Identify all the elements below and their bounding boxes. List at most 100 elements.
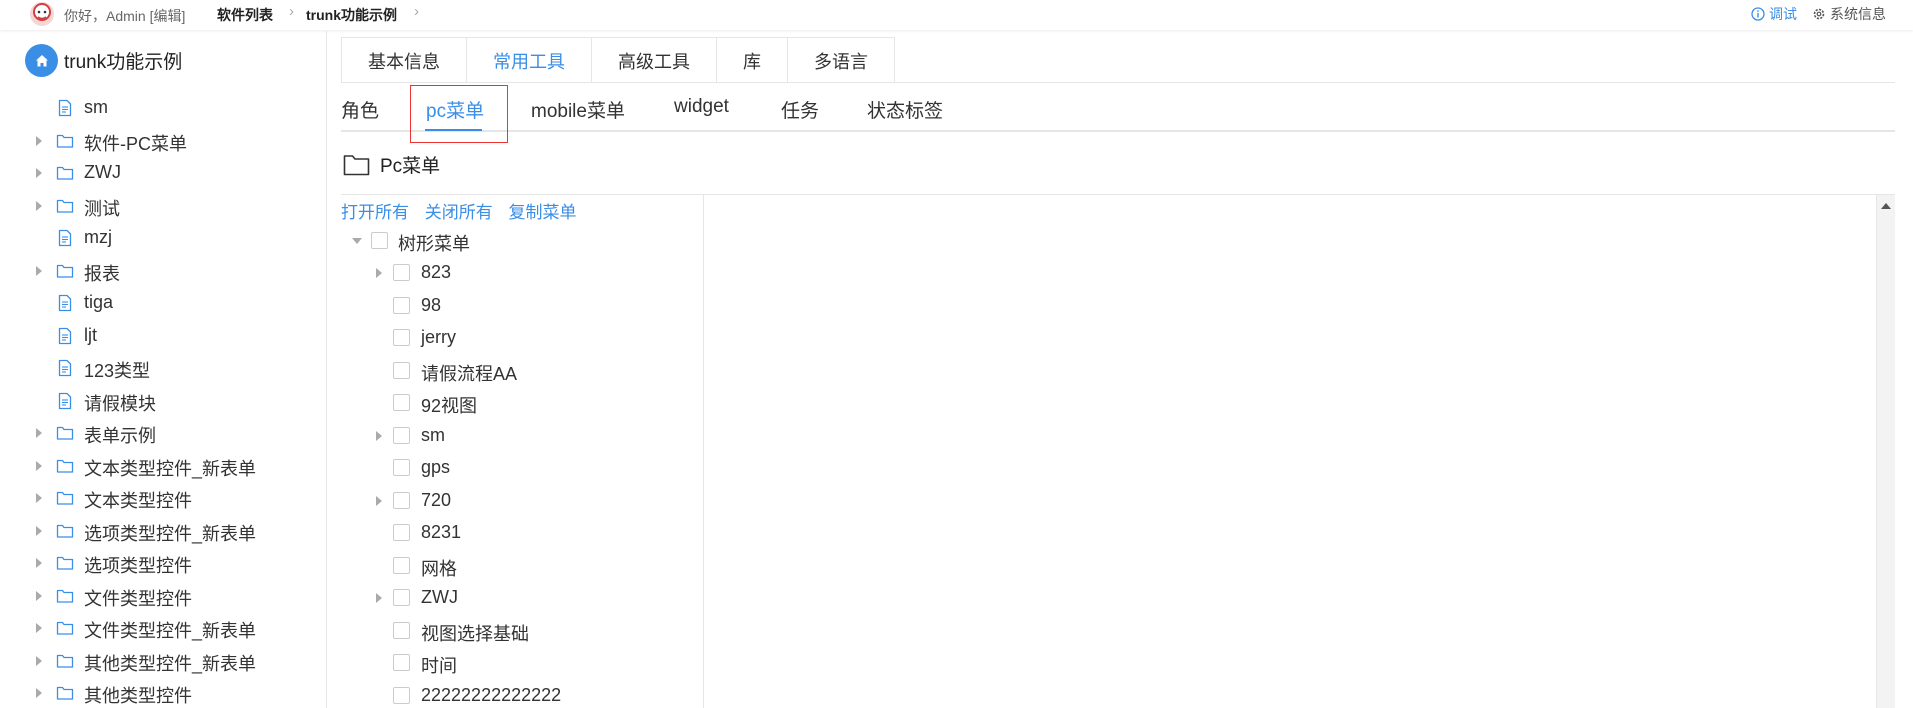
debug-button[interactable]: 调试 bbox=[1751, 4, 1797, 24]
tab-common-tools[interactable]: 常用工具 bbox=[467, 38, 592, 83]
checkbox[interactable] bbox=[393, 686, 410, 704]
close-all-link[interactable]: 关闭所有 bbox=[425, 203, 493, 222]
checkbox[interactable] bbox=[371, 232, 388, 249]
caret-right-icon[interactable] bbox=[36, 460, 42, 471]
menu-tree-node-label: 请假流程AA bbox=[421, 363, 518, 384]
tree-root-node[interactable]: trunk功能示例 bbox=[25, 44, 182, 77]
avatar[interactable] bbox=[29, 1, 55, 27]
caret-right-icon[interactable] bbox=[36, 590, 42, 601]
caret-right-icon[interactable] bbox=[36, 200, 42, 211]
tree-item[interactable]: ZWJ bbox=[0, 157, 326, 189]
tree-item[interactable]: 文件类型控件 bbox=[0, 580, 326, 612]
scroll-up-arrow-icon[interactable] bbox=[1881, 203, 1891, 209]
info-icon bbox=[1751, 7, 1765, 21]
chevron-right-icon: › bbox=[289, 3, 294, 20]
caret-down-icon[interactable] bbox=[352, 238, 362, 244]
system-info-button[interactable]: 系统信息 bbox=[1812, 4, 1886, 24]
menu-tree-node[interactable]: 22222222222222 bbox=[341, 680, 704, 708]
checkbox[interactable] bbox=[393, 264, 410, 281]
caret-right-icon[interactable] bbox=[36, 688, 42, 698]
menu-tree-node[interactable]: sm bbox=[341, 420, 704, 452]
menu-tree-node[interactable]: 8231 bbox=[341, 517, 704, 549]
menu-tree-node-label: gps bbox=[421, 457, 451, 477]
menu-tree-node[interactable]: 视图选择基础 bbox=[341, 615, 704, 647]
menu-tree-node[interactable]: 720 bbox=[341, 485, 704, 517]
checkbox[interactable] bbox=[393, 621, 410, 639]
tree-item[interactable]: 测试 bbox=[0, 190, 326, 222]
scrollbar[interactable] bbox=[1876, 195, 1895, 708]
breadcrumb-software-list[interactable]: 软件列表 bbox=[217, 5, 273, 25]
caret-right-icon[interactable] bbox=[36, 135, 42, 146]
breadcrumb-current[interactable]: trunk功能示例 bbox=[306, 5, 397, 25]
menu-tree-node[interactable]: 网格 bbox=[341, 550, 704, 582]
tree-item[interactable]: 报表 bbox=[0, 255, 326, 287]
caret-right-icon[interactable] bbox=[36, 655, 42, 666]
greeting-text[interactable]: 你好，Admin [编辑] bbox=[64, 6, 185, 26]
tree-item[interactable]: 表单示例 bbox=[0, 417, 326, 449]
checkbox[interactable] bbox=[393, 589, 410, 606]
caret-right-icon[interactable] bbox=[376, 430, 382, 441]
tree-item[interactable]: 选项类型控件 bbox=[0, 547, 326, 579]
subtab-widget[interactable]: widget bbox=[674, 96, 729, 118]
tree-item[interactable]: sm bbox=[0, 92, 326, 124]
caret-right-icon[interactable] bbox=[36, 525, 42, 536]
checkbox[interactable] bbox=[393, 426, 410, 444]
tree-item[interactable]: 选项类型控件_新表单 bbox=[0, 515, 326, 547]
checkbox[interactable] bbox=[393, 394, 410, 411]
menu-tree-node[interactable]: ZWJ bbox=[341, 582, 704, 614]
checkbox[interactable] bbox=[393, 654, 410, 671]
tree-item[interactable]: 其他类型控件 bbox=[0, 677, 326, 708]
copy-menu-link[interactable]: 复制菜单 bbox=[508, 203, 576, 222]
tree-item[interactable]: 请假模块 bbox=[0, 385, 326, 417]
caret-right-icon[interactable] bbox=[376, 593, 382, 603]
menu-tree-node[interactable]: gps bbox=[341, 452, 704, 484]
tab-library[interactable]: 库 bbox=[717, 38, 788, 83]
tree-item[interactable]: 其他类型控件_新表单 bbox=[0, 645, 326, 677]
caret-right-icon[interactable] bbox=[36, 623, 42, 633]
checkbox[interactable] bbox=[393, 556, 410, 574]
menu-tree-node-label: 823 bbox=[421, 262, 452, 282]
checkbox[interactable] bbox=[393, 296, 410, 314]
caret-right-icon[interactable] bbox=[36, 265, 42, 276]
menu-tree-node[interactable]: 时间 bbox=[341, 647, 704, 679]
tab-multilanguage[interactable]: 多语言 bbox=[788, 38, 894, 83]
subtab-status-tag[interactable]: 状态标签 bbox=[867, 96, 943, 123]
checkbox[interactable] bbox=[393, 459, 410, 476]
divider bbox=[341, 130, 1895, 132]
menu-tree-node[interactable]: 823 bbox=[341, 257, 704, 289]
tree-item[interactable]: 文件类型控件_新表单 bbox=[0, 612, 326, 644]
caret-right-icon[interactable] bbox=[36, 493, 42, 503]
tree-item-label: 其他类型控件_新表单 bbox=[84, 653, 257, 674]
open-all-link[interactable]: 打开所有 bbox=[341, 203, 409, 222]
subtab-mobile-menu[interactable]: mobile菜单 bbox=[531, 96, 625, 123]
menu-tree-node[interactable]: 98 bbox=[341, 290, 704, 322]
caret-right-icon[interactable] bbox=[36, 428, 42, 438]
caret-right-icon[interactable] bbox=[376, 495, 382, 506]
menu-tree-node[interactable]: 请假流程AA bbox=[341, 355, 704, 387]
document-icon bbox=[58, 229, 72, 247]
menu-tree-root[interactable]: 树形菜单 bbox=[341, 225, 704, 257]
tree-item[interactable]: 文本类型控件 bbox=[0, 482, 326, 514]
tree-item-label: 文件类型控件_新表单 bbox=[84, 621, 257, 641]
folder-icon bbox=[56, 134, 74, 148]
subtab-task[interactable]: 任务 bbox=[781, 96, 819, 123]
tree-item[interactable]: 123类型 bbox=[0, 352, 326, 384]
checkbox[interactable] bbox=[393, 491, 410, 509]
caret-right-icon[interactable] bbox=[36, 168, 42, 178]
tab-advanced-tools[interactable]: 高级工具 bbox=[592, 38, 717, 83]
checkbox[interactable] bbox=[393, 361, 410, 379]
tab-basic-info[interactable]: 基本信息 bbox=[342, 38, 467, 83]
tree-item[interactable]: mzj bbox=[0, 222, 326, 254]
gear-icon bbox=[1813, 8, 1825, 20]
tree-item[interactable]: 软件-PC菜单 bbox=[0, 125, 326, 157]
subtab-role[interactable]: 角色 bbox=[341, 96, 379, 123]
checkbox[interactable] bbox=[393, 524, 410, 541]
menu-tree-node[interactable]: jerry bbox=[341, 322, 704, 354]
menu-tree-node[interactable]: 92视图 bbox=[341, 387, 704, 419]
checkbox[interactable] bbox=[393, 329, 410, 346]
caret-right-icon[interactable] bbox=[36, 558, 42, 568]
caret-right-icon[interactable] bbox=[376, 268, 382, 278]
tree-item[interactable]: 文本类型控件_新表单 bbox=[0, 450, 326, 482]
tree-item[interactable]: tiga bbox=[0, 287, 326, 319]
tree-item[interactable]: ljt bbox=[0, 320, 326, 352]
